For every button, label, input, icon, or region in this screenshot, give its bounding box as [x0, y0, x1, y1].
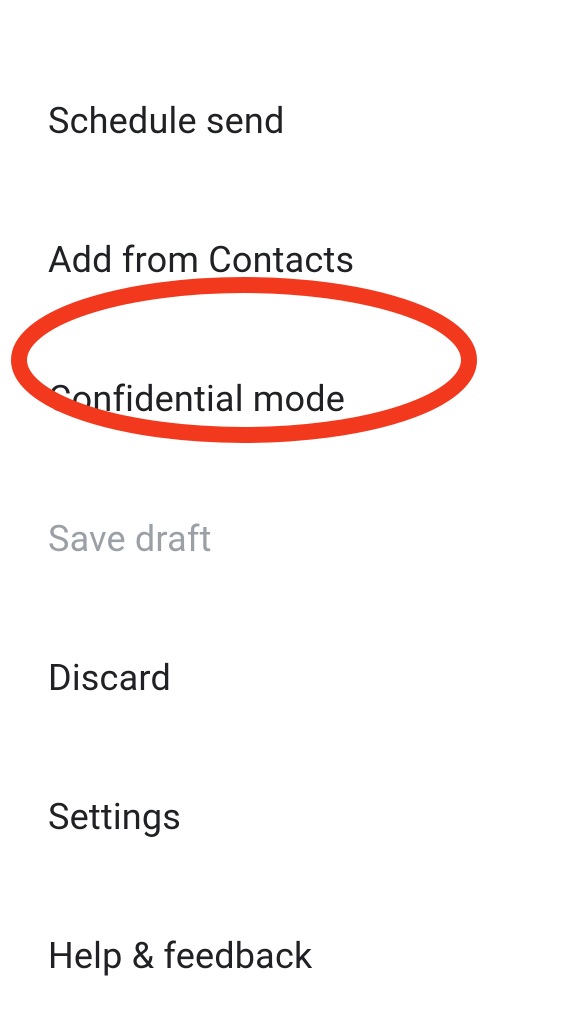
menu-item-help-feedback[interactable]: Help & feedback: [48, 887, 583, 1026]
overflow-menu: Schedule send Add from Contacts Confiden…: [0, 0, 583, 1026]
menu-item-settings[interactable]: Settings: [48, 748, 583, 887]
menu-item-save-draft: Save draft: [48, 470, 583, 609]
menu-item-schedule-send[interactable]: Schedule send: [48, 52, 583, 191]
menu-item-discard[interactable]: Discard: [48, 609, 583, 748]
menu-item-confidential-mode[interactable]: Confidential mode: [48, 330, 583, 469]
menu-item-add-from-contacts[interactable]: Add from Contacts: [48, 191, 583, 330]
